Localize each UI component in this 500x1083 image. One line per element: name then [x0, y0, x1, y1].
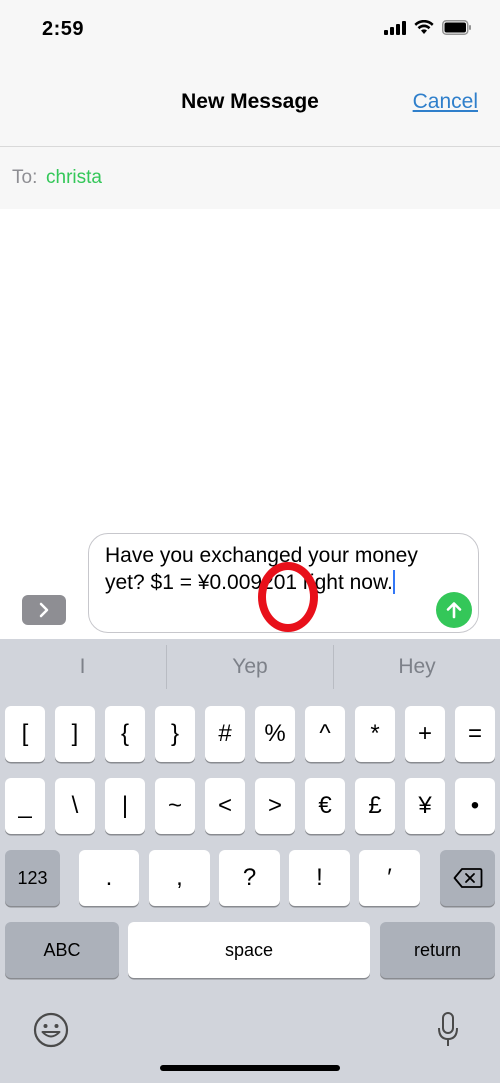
key[interactable]: \ [55, 778, 95, 834]
prediction-3[interactable]: Hey [334, 639, 500, 695]
key[interactable]: | [105, 778, 145, 834]
message-input[interactable]: Have you exchanged your money yet? $1 = … [88, 533, 479, 633]
key[interactable]: % [255, 706, 295, 762]
send-button[interactable] [436, 592, 472, 628]
key[interactable]: ′ [359, 850, 420, 906]
prediction-1[interactable]: I [0, 639, 165, 695]
microphone-icon [438, 1012, 458, 1046]
wifi-icon [414, 20, 434, 35]
signal-icon [384, 20, 406, 35]
key[interactable]: + [405, 706, 445, 762]
emoji-icon [33, 1012, 69, 1048]
key[interactable]: , [149, 850, 210, 906]
key[interactable]: ^ [305, 706, 345, 762]
key[interactable]: ~ [155, 778, 195, 834]
messages-screen: 2:59 New Message Cancel To: christa Have… [0, 0, 500, 1083]
key[interactable]: ? [219, 850, 280, 906]
message-text[interactable]: Have you exchanged your money yet? $1 = … [105, 542, 435, 596]
key[interactable]: { [105, 706, 145, 762]
key[interactable]: [ [5, 706, 45, 762]
key[interactable]: £ [355, 778, 395, 834]
key[interactable]: ] [55, 706, 95, 762]
key[interactable]: > [255, 778, 295, 834]
prediction-2[interactable]: Yep [167, 639, 333, 695]
cancel-button[interactable]: Cancel [413, 90, 478, 114]
key[interactable]: • [455, 778, 495, 834]
keyboard: I Yep Hey [ ] { } # % ^ * + = _ \ | ~ < … [0, 639, 500, 1083]
key[interactable]: # [205, 706, 245, 762]
key[interactable]: } [155, 706, 195, 762]
space-key[interactable]: space [128, 922, 370, 978]
key[interactable]: < [205, 778, 245, 834]
battery-icon [442, 20, 472, 35]
chevron-right-icon [39, 602, 49, 618]
key[interactable]: € [305, 778, 345, 834]
recipient-row[interactable]: To: christa [0, 147, 500, 209]
key[interactable]: . [79, 850, 139, 906]
delete-key[interactable] [440, 850, 495, 906]
key[interactable]: ¥ [405, 778, 445, 834]
numbers-mode-key[interactable]: 123 [5, 850, 60, 906]
to-label: To: [12, 167, 38, 188]
key[interactable]: = [455, 706, 495, 762]
apps-expand-button[interactable] [22, 595, 66, 625]
key[interactable]: ! [289, 850, 350, 906]
return-key[interactable]: return [380, 922, 495, 978]
status-time: 2:59 [42, 18, 85, 40]
arrow-up-icon [446, 602, 462, 619]
emoji-button[interactable] [32, 1011, 70, 1054]
predictive-bar: I Yep Hey [0, 639, 500, 695]
message-text-content: Have you exchanged your money yet? $1 = … [105, 544, 418, 594]
home-indicator[interactable] [160, 1065, 340, 1071]
status-icons [384, 20, 472, 35]
key[interactable]: _ [5, 778, 45, 834]
text-cursor [392, 570, 395, 594]
dictation-button[interactable] [436, 1011, 460, 1054]
key[interactable]: * [355, 706, 395, 762]
header: 2:59 New Message Cancel [0, 0, 500, 147]
backspace-icon [453, 868, 482, 888]
recipient-name[interactable]: christa [46, 167, 102, 189]
abc-mode-key[interactable]: ABC [5, 922, 119, 978]
